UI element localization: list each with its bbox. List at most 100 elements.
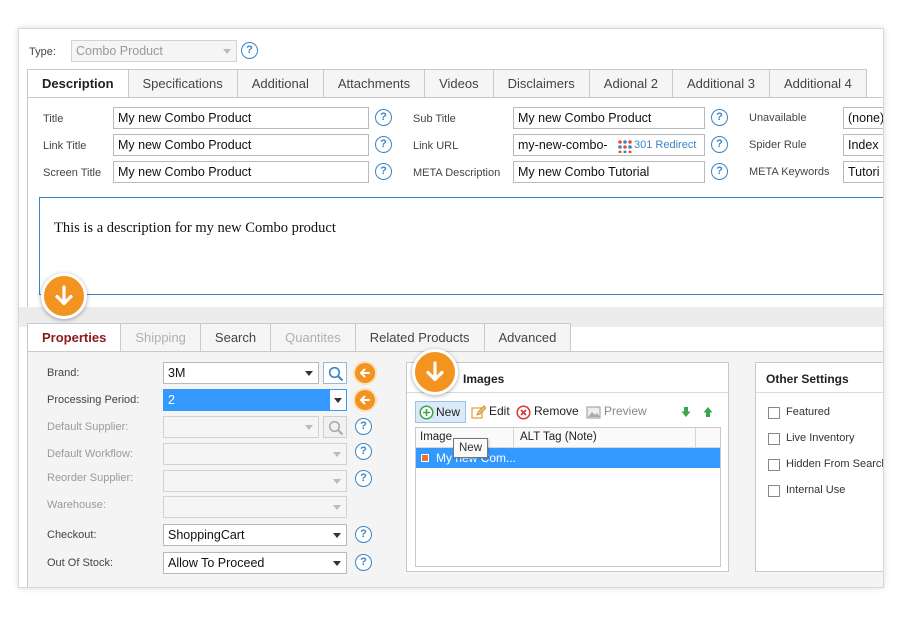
new-button-label: New [436, 405, 461, 419]
sub-title-input[interactable]: My new Combo Product [513, 107, 705, 129]
brand-select[interactable]: 3M [163, 362, 319, 384]
live-inventory-checkbox[interactable] [768, 433, 780, 445]
warehouse-select[interactable] [163, 496, 347, 518]
images-panel-title: Images [463, 372, 505, 386]
live-inventory-label: Live Inventory [786, 432, 855, 444]
magnifier-icon [328, 366, 344, 382]
internal-use-checkbox[interactable] [768, 485, 780, 497]
dropdown-button[interactable] [330, 390, 346, 410]
tab-advanced[interactable]: Advanced [483, 323, 572, 351]
question-circle-icon[interactable]: ? [355, 443, 372, 460]
arrow-down-circle-icon [41, 273, 87, 319]
checkout-label: Checkout: [47, 529, 97, 541]
green-arrow-down-icon[interactable] [680, 406, 692, 418]
tab-related-products[interactable]: Related Products [354, 323, 485, 351]
chevron-down-icon [305, 425, 313, 430]
supplier-search-button[interactable] [323, 416, 347, 438]
tab-disclaimers[interactable]: Disclaimers [492, 69, 590, 97]
hidden-from-search-checkbox[interactable] [768, 459, 780, 471]
internal-use-label: Internal Use [786, 484, 846, 496]
dots-grid-icon [617, 139, 633, 154]
tab-quantites[interactable]: Quantites [270, 323, 356, 351]
tab-properties[interactable]: Properties [27, 323, 122, 352]
spider-rule-select[interactable]: Index [843, 134, 883, 156]
question-circle-icon[interactable]: ? [355, 418, 372, 435]
checkout-value: ShoppingCart [168, 528, 245, 542]
new-image-button[interactable]: New [415, 401, 466, 423]
green-arrow-up-icon[interactable] [702, 406, 714, 418]
remove-image-button[interactable]: Remove [515, 401, 581, 423]
tab-additional-3[interactable]: Additional 3 [672, 69, 770, 97]
chevron-down-icon [333, 479, 341, 484]
remove-button-label: Remove [534, 404, 579, 418]
tab-attachments[interactable]: Attachments [322, 69, 426, 97]
title-label: Title [43, 113, 64, 125]
link-url-value: my-new-combo- [518, 138, 608, 152]
redirect-link[interactable]: 301 Redirect [634, 135, 696, 155]
tab-search[interactable]: Search [199, 323, 272, 351]
reorder-supplier-select[interactable] [163, 470, 347, 492]
default-workflow-label: Default Workflow: [47, 448, 133, 460]
screen-title-label: Screen Title [43, 167, 102, 179]
product-editor-window: Type: Combo Product ? Description Specif… [18, 28, 884, 588]
pencil-icon [471, 405, 486, 419]
hidden-from-search-label: Hidden From Search [786, 458, 884, 470]
arrow-left-circle-icon [355, 390, 375, 410]
brand-select-value: 3M [168, 366, 186, 380]
type-label: Type: [29, 46, 56, 58]
question-circle-icon[interactable]: ? [355, 554, 372, 571]
column-header-alt-tag[interactable]: ALT Tag (Note) [514, 428, 696, 447]
question-circle-icon[interactable]: ? [355, 470, 372, 487]
processing-period-value: 2 [168, 393, 175, 407]
tab-specifications[interactable]: Specifications [127, 69, 238, 97]
link-url-label: Link URL [413, 140, 459, 152]
out-of-stock-select[interactable]: Allow To Proceed [163, 552, 347, 574]
question-circle-icon[interactable]: ? [711, 109, 728, 126]
default-workflow-select[interactable] [163, 443, 347, 465]
meta-keywords-input[interactable]: Tutori [843, 161, 883, 183]
description-editor[interactable]: This is a description for my new Combo p… [39, 197, 883, 295]
type-select[interactable]: Combo Product [71, 40, 237, 62]
link-title-input[interactable]: My new Combo Product [113, 134, 369, 156]
featured-checkbox[interactable] [768, 407, 780, 419]
chevron-down-icon [333, 561, 341, 566]
processing-period-select[interactable]: 2 [163, 389, 347, 411]
default-supplier-label: Default Supplier: [47, 421, 129, 433]
default-supplier-select[interactable] [163, 416, 319, 438]
tab-adional-2[interactable]: Adional 2 [588, 69, 674, 97]
tab-videos[interactable]: Videos [424, 69, 494, 97]
question-circle-icon[interactable]: ? [711, 136, 728, 153]
question-circle-icon[interactable]: ? [241, 42, 258, 59]
tab-additional-4[interactable]: Additional 4 [768, 69, 867, 97]
top-tab-bar: Description Specifications Additional At… [27, 69, 867, 98]
chevron-down-icon [333, 452, 341, 457]
images-panel: Images New Edit Remove Preview Image ALT… [406, 362, 729, 572]
tab-shipping[interactable]: Shipping [120, 323, 201, 351]
question-circle-icon[interactable]: ? [375, 109, 392, 126]
brand-search-button[interactable] [323, 362, 347, 384]
question-circle-icon[interactable]: ? [375, 136, 392, 153]
warehouse-label: Warehouse: [47, 499, 106, 511]
meta-description-label: META Description [413, 167, 501, 179]
screen-title-input[interactable]: My new Combo Product [113, 161, 369, 183]
featured-label: Featured [786, 406, 831, 418]
question-circle-icon[interactable]: ? [375, 163, 392, 180]
tab-additional[interactable]: Additional [236, 69, 324, 97]
title-input[interactable]: My new Combo Product [113, 107, 369, 129]
checkout-select[interactable]: ShoppingCart [163, 524, 347, 546]
preview-image-button[interactable]: Preview [585, 401, 651, 423]
link-url-input[interactable]: my-new-combo- 301 Redirect [513, 134, 705, 156]
edit-image-button[interactable]: Edit [469, 401, 513, 423]
meta-keywords-label: META Keywords [749, 166, 830, 178]
tab-description[interactable]: Description [27, 69, 129, 98]
question-circle-icon[interactable]: ? [711, 163, 728, 180]
unavailable-select[interactable]: (none) [843, 107, 883, 129]
reorder-supplier-label: Reorder Supplier: [47, 472, 134, 484]
unavailable-label: Unavailable [749, 112, 807, 124]
preview-button-label: Preview [604, 404, 647, 418]
other-settings-title: Other Settings [766, 372, 849, 386]
magnifier-icon [328, 420, 344, 436]
question-circle-icon[interactable]: ? [355, 526, 372, 543]
meta-description-input[interactable]: My new Combo Tutorial [513, 161, 705, 183]
plus-circle-icon [419, 405, 434, 420]
